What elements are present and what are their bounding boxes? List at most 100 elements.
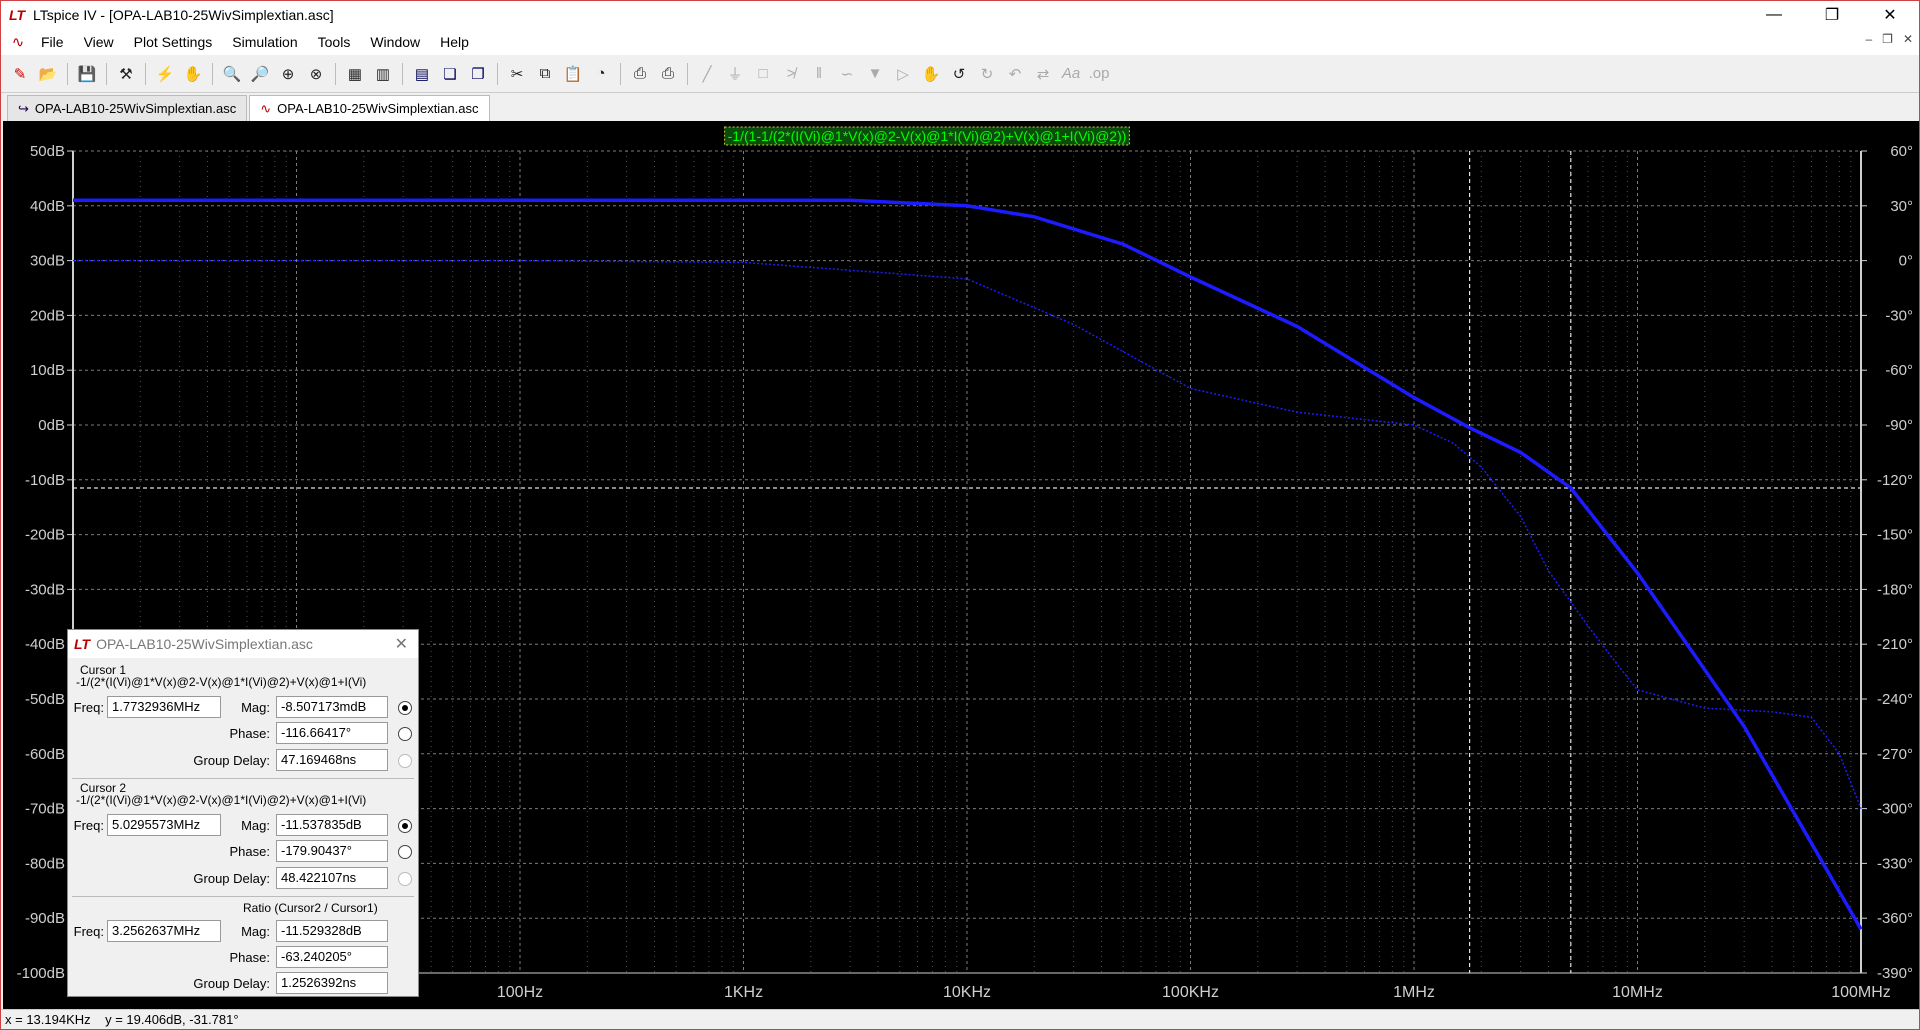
magnitude-data-point: [1637, 572, 1638, 573]
phase-data-point: [1548, 571, 1549, 572]
restore-button[interactable]: ❐: [1803, 1, 1861, 29]
cursor2-group-delay-radio[interactable]: [398, 872, 412, 886]
cursor1-expression: -1/(2*(I(Vi)@1*V(x)@2-V(x)@1*I(Vi)@2)+V(…: [76, 675, 367, 689]
move-hand-icon[interactable]: ✋: [918, 61, 944, 87]
minimize-button[interactable]: —: [1745, 1, 1803, 29]
tile-vertical-icon[interactable]: ❐: [465, 61, 491, 87]
zoom-out-icon[interactable]: 🔎: [247, 61, 273, 87]
cursor2-phase-field[interactable]: -179.90437°: [276, 840, 388, 862]
menu-window[interactable]: Window: [360, 29, 430, 55]
menu-simulation[interactable]: Simulation: [222, 29, 307, 55]
grid-icon[interactable]: ▥: [370, 61, 396, 87]
left-tick-label: 0dB: [38, 417, 65, 434]
close-button[interactable]: ✕: [1861, 1, 1919, 29]
cursor-readout-window[interactable]: LT OPA-LAB10-25WivSimplextian.asc ✕ Curs…: [67, 629, 419, 997]
ratio-group-delay-field[interactable]: 1.2526392ns: [276, 972, 388, 994]
print-icon[interactable]: ⎙: [655, 61, 681, 87]
right-tick-label: 30°: [1890, 198, 1913, 215]
undo-icon[interactable]: ↺: [946, 61, 972, 87]
tab-schematic[interactable]: ↪ OPA-LAB10-25WivSimplextian.asc: [7, 95, 248, 121]
magnitude-data-point: [1123, 244, 1124, 245]
phase-data-point: [1637, 689, 1638, 690]
cursor2-group-delay-field[interactable]: 48.422107ns: [276, 867, 388, 889]
paste-icon[interactable]: 📋: [560, 61, 586, 87]
magnitude-data-point: [1469, 427, 1470, 428]
cut-icon[interactable]: ✂: [504, 61, 530, 87]
cursor1-mag-radio[interactable]: [398, 701, 412, 715]
phase-data-point: [1297, 412, 1298, 413]
ground-icon[interactable]: ⏚: [722, 61, 748, 87]
new-schematic-icon[interactable]: ✎: [7, 61, 33, 87]
capacitor-icon[interactable]: ‖: [806, 61, 832, 87]
magnitude-data-point: [743, 200, 744, 201]
left-tick-label: 40dB: [30, 198, 65, 215]
right-tick-label: -30°: [1885, 307, 1913, 324]
print-preview-icon[interactable]: ⎙: [627, 61, 653, 87]
phase-data-point: [1190, 388, 1191, 389]
cursor1-phase-radio[interactable]: [398, 727, 412, 741]
phase-data-point: [1520, 516, 1521, 517]
phase-data-point: [72, 260, 73, 261]
zoom-in-icon[interactable]: 🔍: [219, 61, 245, 87]
left-tick-label: -30dB: [25, 581, 65, 598]
cursor1-mag-field[interactable]: -8.507173mdB: [276, 696, 388, 718]
cursor2-phase-radio[interactable]: [398, 845, 412, 859]
x-tick-label: 100MHz: [1831, 984, 1891, 1001]
left-tick-label: -20dB: [25, 527, 65, 544]
menu-help[interactable]: Help: [430, 29, 479, 55]
cursor1-phase-field[interactable]: -116.66417°: [276, 722, 388, 744]
menu-view[interactable]: View: [74, 29, 124, 55]
phase-data-point: [1771, 711, 1772, 712]
document-menu-icon[interactable]: ∿: [5, 31, 31, 53]
group-delay-label: Group Delay:: [193, 975, 270, 991]
component-icon[interactable]: ▷: [890, 61, 916, 87]
redo-icon[interactable]: ↻: [974, 61, 1000, 87]
close-icon[interactable]: ✕: [395, 634, 408, 654]
pan-hand-icon[interactable]: ✋: [180, 61, 206, 87]
menu-tools[interactable]: Tools: [308, 29, 361, 55]
zoom-fit-icon[interactable]: ⊕: [275, 61, 301, 87]
cursor2-mag-radio[interactable]: [398, 819, 412, 833]
tile-horizontal-icon[interactable]: ▤: [409, 61, 435, 87]
cursor1-group: Cursor 1 -1/(2*(I(Vi)@1*V(x)@2-V(x)@1*I(…: [68, 660, 418, 776]
mirror-icon[interactable]: ⇄: [1030, 61, 1056, 87]
mdi-close-icon[interactable]: ✕: [1903, 32, 1913, 46]
control-panel-icon[interactable]: ⚒: [113, 61, 139, 87]
save-icon[interactable]: 💾: [74, 61, 100, 87]
document-tabs: ↪ OPA-LAB10-25WivSimplextian.asc ∿ OPA-L…: [1, 93, 1919, 121]
left-tick-label: -60dB: [25, 746, 65, 763]
autorange-icon[interactable]: ▦: [342, 61, 368, 87]
cursor2-mag-field[interactable]: -11.537835dB: [276, 814, 388, 836]
left-tick-label: -10dB: [25, 472, 65, 489]
resistor-icon[interactable]: ≯: [778, 61, 804, 87]
cascade-icon[interactable]: ❏: [437, 61, 463, 87]
x-tick-label: 10MHz: [1612, 984, 1663, 1001]
find-icon[interactable]: ◔: [588, 61, 614, 87]
text-icon[interactable]: Aa: [1058, 61, 1084, 87]
menu-plot-settings[interactable]: Plot Settings: [124, 29, 223, 55]
copy-icon[interactable]: ⧉: [532, 61, 558, 87]
right-tick-label: -150°: [1877, 527, 1913, 544]
cursor-window-titlebar[interactable]: LT OPA-LAB10-25WivSimplextian.asc: [68, 630, 418, 658]
cursor1-group-delay-field[interactable]: 47.169468ns: [276, 749, 388, 771]
label-net-icon[interactable]: □: [750, 61, 776, 87]
inductor-icon[interactable]: ∽: [834, 61, 860, 87]
open-folder-icon[interactable]: 📂: [35, 61, 61, 87]
cursor1-group-delay-radio[interactable]: [398, 754, 412, 768]
wire-icon[interactable]: ╱: [694, 61, 720, 87]
rotate-icon[interactable]: ↶: [1002, 61, 1028, 87]
right-tick-label: 0°: [1899, 253, 1913, 270]
right-tick-label: -210°: [1877, 636, 1913, 653]
run-icon[interactable]: ⚡: [152, 61, 178, 87]
ratio-mag-field[interactable]: -11.529328dB: [276, 920, 388, 942]
mdi-minimize-icon[interactable]: –: [1865, 32, 1872, 46]
zoom-cancel-icon[interactable]: ⊗: [303, 61, 329, 87]
ratio-phase-field[interactable]: -63.240205°: [276, 946, 388, 968]
spice-directive-icon[interactable]: .op: [1086, 61, 1112, 87]
tab-waveform[interactable]: ∿ OPA-LAB10-25WivSimplextian.asc: [249, 95, 490, 121]
menu-file[interactable]: File: [31, 29, 74, 55]
diode-icon[interactable]: ▼: [862, 61, 888, 87]
right-tick-label: -390°: [1877, 965, 1913, 982]
magnitude-data-point: [519, 200, 520, 201]
mdi-restore-icon[interactable]: ❐: [1882, 32, 1893, 46]
